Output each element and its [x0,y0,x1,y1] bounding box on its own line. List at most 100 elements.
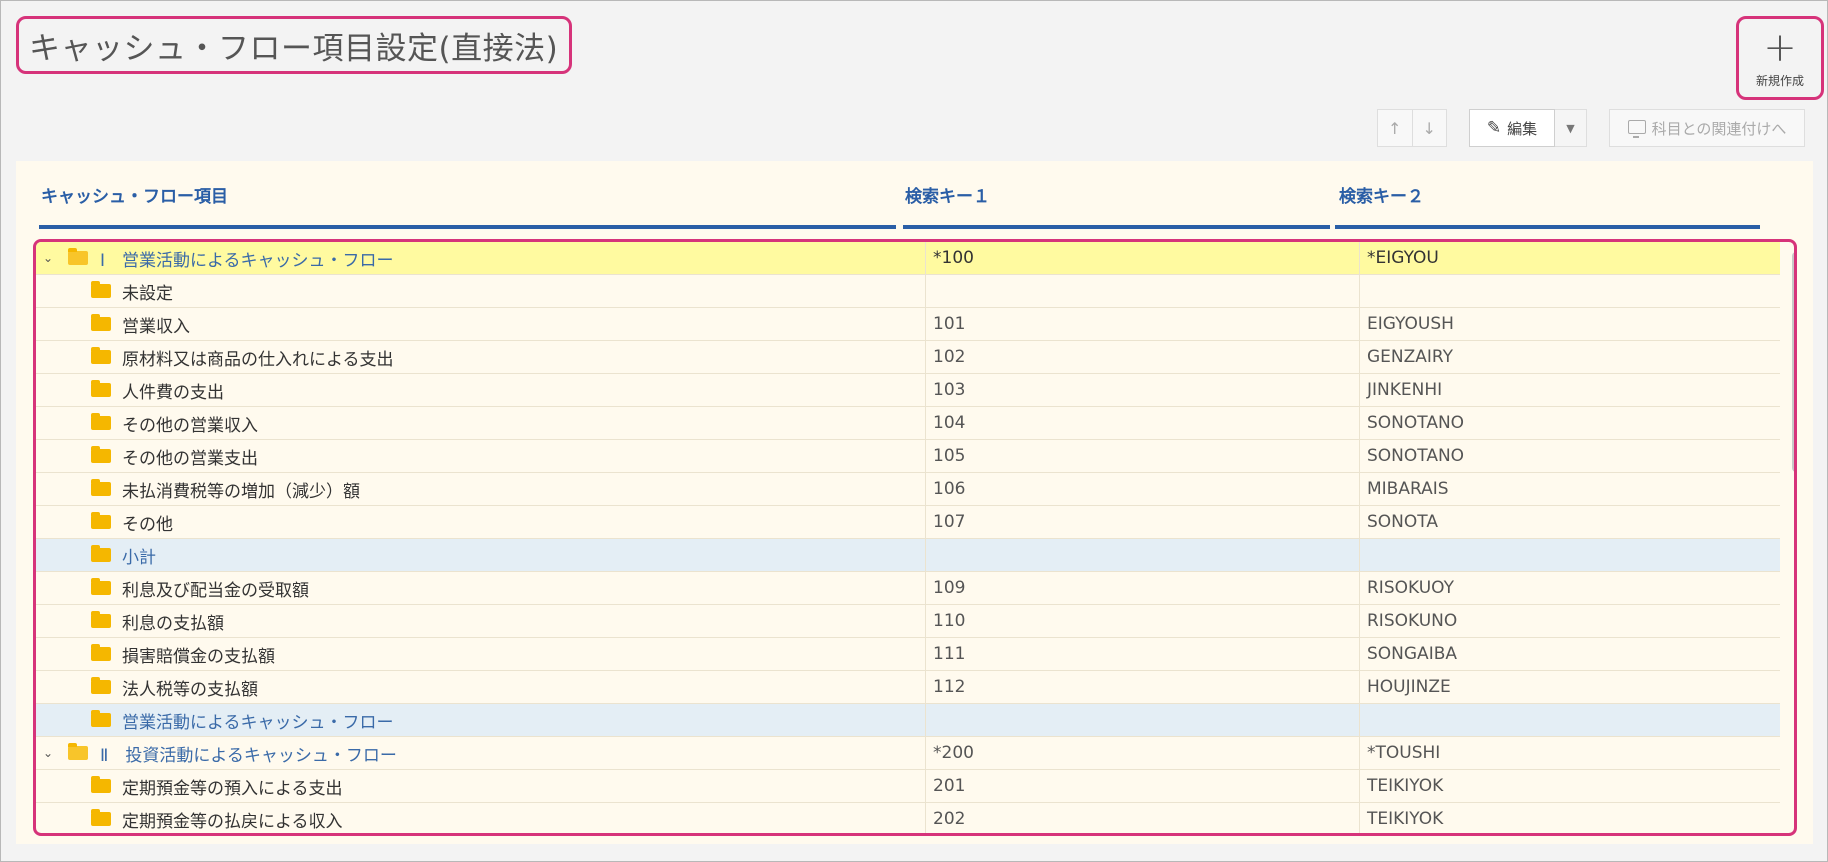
folder-icon [91,512,111,529]
table-row[interactable]: 利息の支払額 110 RISOKUNO [36,605,1780,638]
header-underline [903,225,1330,229]
search-key1: 110 [925,605,1359,637]
search-key1 [925,704,1359,736]
table-row[interactable]: 営業収入 101 EIGYOUSH [36,308,1780,341]
row-label: その他の営業収入 [122,415,258,436]
edit-button[interactable]: ✎ 編集 [1469,109,1555,147]
chevron-down-icon[interactable]: ⌄ [43,251,53,265]
row-label: 未払消費税等の増加（減少）額 [122,481,360,502]
folder-icon [91,281,111,298]
folder-open-icon [68,248,88,265]
table-row[interactable]: 定期預金等の預入による支出 201 TEIKIYOK [36,770,1780,803]
search-key2: SONOTANO [1359,407,1780,439]
title-highlight: キャッシュ・フロー項目設定(直接法) [16,16,572,74]
new-create-label: 新規作成 [1755,73,1804,88]
row-label: 営業活動によるキャッシュ・フロー [122,712,394,733]
search-key1: *100 [925,242,1359,274]
search-key1: 202 [925,803,1359,833]
search-key2 [1359,539,1780,571]
row-label: その他 [122,514,173,535]
folder-icon [91,710,111,727]
row-label: 人件費の支出 [122,382,224,403]
search-key2: *EIGYOU [1359,242,1780,274]
pencil-icon: ✎ [1486,118,1502,138]
search-key2: EIGYOUSH [1359,308,1780,340]
search-key2: MIBARAIS [1359,473,1780,505]
folder-icon [91,314,111,331]
row-label: 小計 [122,547,156,568]
caret-down-icon: ▼ [1566,121,1575,135]
table-row[interactable]: 人件費の支出 103 JINKENHI [36,374,1780,407]
folder-icon [91,644,111,661]
search-key2: RISOKUOY [1359,572,1780,604]
search-key2: HOUJINZE [1359,671,1780,703]
search-key1: 107 [925,506,1359,538]
subtotal-row[interactable]: 小計 [36,539,1780,572]
table-row[interactable]: ⌄ Ⅱ 投資活動によるキャッシュ・フロー *200 *TOUSHI [36,737,1780,770]
search-key2 [1359,275,1780,307]
table-row[interactable]: その他の営業収入 104 SONOTANO [36,407,1780,440]
search-key1: 104 [925,407,1359,439]
table-row[interactable]: 定期預金等の払戻による収入 202 TEIKIYOK [36,803,1780,833]
search-key2: RISOKUNO [1359,605,1780,637]
monitor-icon [1627,120,1646,138]
vertical-scrollbar[interactable] [1792,252,1794,472]
new-create-button[interactable]: + 新規作成 [1736,16,1824,100]
search-key2: GENZAIRY [1359,341,1780,373]
folder-icon [91,776,111,793]
search-key1: *200 [925,737,1359,769]
folder-icon [91,479,111,496]
arrow-up-icon[interactable]: ↑ [1378,119,1412,138]
arrow-down-icon[interactable]: ↓ [1413,119,1447,138]
folder-icon [91,413,111,430]
table-row[interactable]: その他の営業支出 105 SONOTANO [36,440,1780,473]
table-row[interactable]: 未払消費税等の増加（減少）額 106 MIBARAIS [36,473,1780,506]
subtotal-row[interactable]: 営業活動によるキャッシュ・フロー [36,704,1780,737]
table-row[interactable]: ⌄ Ⅰ 営業活動によるキャッシュ・フロー *100 *EIGYOU [36,242,1780,275]
page-title: キャッシュ・フロー項目設定(直接法) [29,30,559,67]
folder-icon [91,446,111,463]
folder-icon [91,809,111,826]
search-key2: TEIKIYOK [1359,803,1780,833]
row-label: 利息及び配当金の受取額 [122,580,309,601]
chevron-down-icon[interactable]: ⌄ [43,746,53,760]
row-label: Ⅱ 投資活動によるキャッシュ・フロー [100,745,397,766]
search-key1: 201 [925,770,1359,802]
search-key2: SONOTA [1359,506,1780,538]
row-label: 原材料又は商品の仕入れによる支出 [122,349,394,370]
app-frame: キャッシュ・フロー項目設定(直接法) + 新規作成 ↑ ↓ ✎ 編集 ▼ 科目と… [0,0,1828,862]
edit-dropdown-button[interactable]: ▼ [1555,109,1587,147]
row-label: 定期預金等の預入による支出 [122,778,343,799]
folder-icon [91,677,111,694]
account-link-button[interactable]: 科目との関連付けへ [1609,109,1805,147]
search-key1: 111 [925,638,1359,670]
plus-icon: + [1763,24,1797,71]
search-key1: 103 [925,374,1359,406]
search-key1: 106 [925,473,1359,505]
table-row[interactable]: 利息及び配当金の受取額 109 RISOKUOY [36,572,1780,605]
table-row[interactable]: 法人税等の支払額 112 HOUJINZE [36,671,1780,704]
column-header-item[interactable]: キャッシュ・フロー項目 [41,161,228,227]
search-key1: 109 [925,572,1359,604]
table-row[interactable]: 原材料又は商品の仕入れによる支出 102 GENZAIRY [36,341,1780,374]
table-row[interactable]: その他 107 SONOTA [36,506,1780,539]
tree-table-highlight: ⌄ Ⅰ 営業活動によるキャッシュ・フロー *100 *EIGYOU 未設定 営業収… [33,239,1797,836]
folder-icon [91,578,111,595]
table-panel: キャッシュ・フロー項目 検索キー１ 検索キー２ ⌄ Ⅰ 営業活動によるキャッシュ・… [16,161,1813,844]
search-key1: 101 [925,308,1359,340]
account-link-label: 科目との関連付けへ [1651,119,1787,138]
column-header-key1[interactable]: 検索キー１ [905,161,990,227]
table-row[interactable]: 未設定 [36,275,1780,308]
move-arrows: ↑ ↓ [1377,109,1447,147]
folder-icon [91,545,111,562]
row-label: 未設定 [122,283,173,304]
search-key2: *TOUSHI [1359,737,1780,769]
search-key1: 105 [925,440,1359,472]
table-row[interactable]: 損害賠償金の支払額 111 SONGAIBA [36,638,1780,671]
column-header-key2[interactable]: 検索キー２ [1339,161,1424,227]
folder-icon [91,611,111,628]
row-label: その他の営業支出 [122,448,258,469]
row-label: 損害賠償金の支払額 [122,646,275,667]
folder-icon [91,380,111,397]
row-label: 法人税等の支払額 [122,679,258,700]
